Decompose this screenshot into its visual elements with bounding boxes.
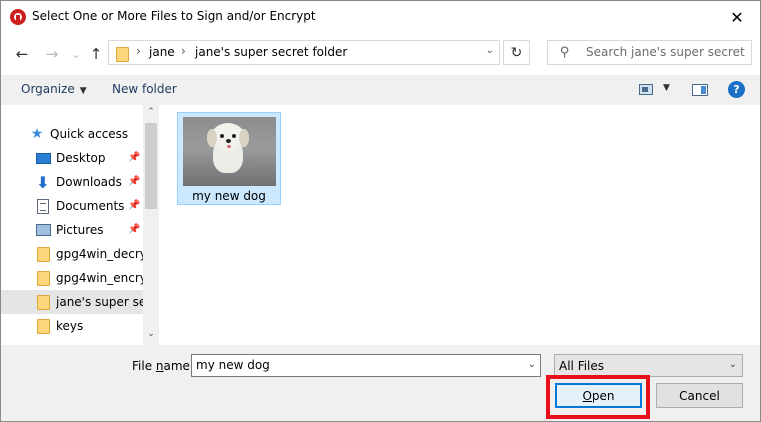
sidebar-item-label: Documents	[56, 199, 125, 213]
cancel-button[interactable]: Cancel	[656, 383, 743, 408]
search-icon: ⚲	[560, 45, 570, 60]
organize-button[interactable]: Organize ▼	[21, 82, 87, 96]
sidebar-item-label: keys	[56, 319, 84, 333]
file-name-label: File name:	[132, 359, 194, 373]
sidebar-item-gpg4win-decrypt[interactable]: gpg4win_decryp	[1, 242, 143, 266]
sidebar-item-pictures[interactable]: Pictures	[1, 218, 143, 242]
dog-photo-thumbnail	[183, 117, 276, 186]
recent-locations-icon[interactable]: ⌄	[67, 45, 85, 63]
sidebar-item-label: jane's super secr	[56, 295, 143, 309]
star-icon: ★	[30, 126, 44, 142]
file-list-view[interactable]: my new dog	[159, 105, 760, 345]
file-item[interactable]: my new dog	[177, 112, 281, 205]
navigation-bar: ← → ⌄ ↑ › jane › jane's super secret fol…	[1, 34, 760, 74]
search-input[interactable]	[586, 45, 748, 59]
documents-icon	[35, 198, 51, 214]
desktop-icon	[35, 150, 51, 166]
chevron-down-icon: ⌄	[728, 359, 737, 370]
forward-arrow-icon[interactable]: →	[43, 45, 61, 63]
folder-icon	[35, 246, 51, 262]
folder-icon	[35, 318, 51, 334]
sidebar-item-label: Downloads	[56, 175, 122, 189]
sidebar-item-label: Desktop	[56, 151, 106, 165]
refresh-button[interactable]: ↻	[503, 40, 530, 65]
chevron-down-icon[interactable]: ⌄	[528, 359, 536, 370]
file-name-label: my new dog	[192, 189, 266, 203]
sidebar-item-desktop[interactable]: Desktop	[1, 146, 143, 170]
pin-icon: 📌	[128, 176, 141, 187]
chevron-down-icon[interactable]: ⌄	[486, 45, 494, 56]
sidebar-item-downloads[interactable]: ⬇ Downloads	[1, 170, 143, 194]
file-dialog-window: Select One or More Files to Sign and/or …	[0, 0, 761, 422]
pictures-icon	[35, 222, 51, 238]
file-name-combobox[interactable]: ⌄	[191, 354, 541, 377]
annotation-highlight-box	[546, 375, 650, 419]
folder-icon	[116, 47, 129, 62]
pin-icon: 📌	[128, 152, 141, 163]
organize-label: Organize	[21, 82, 75, 96]
dialog-footer: File name: ⌄ All Files ⌄ Open Cancel	[1, 345, 760, 421]
sidebar-item-label: Quick access	[50, 127, 129, 141]
folder-icon	[35, 270, 51, 286]
breadcrumb-separator: ›	[136, 44, 141, 58]
change-view-icon[interactable]	[639, 84, 653, 95]
file-type-value: All Files	[559, 359, 605, 373]
sidebar-item-label: gpg4win_encryp	[56, 271, 143, 285]
sidebar-item-quick-access[interactable]: ★ Quick access	[1, 122, 143, 146]
breadcrumb-current-folder[interactable]: jane's super secret folder	[195, 45, 347, 59]
new-folder-button[interactable]: New folder	[112, 82, 177, 96]
back-arrow-icon[interactable]: ←	[13, 45, 31, 63]
breadcrumb-jane[interactable]: jane	[149, 45, 175, 59]
command-toolbar: Organize ▼ New folder ▼ ?	[1, 75, 760, 105]
title-bar: Select One or More Files to Sign and/or …	[1, 1, 760, 33]
pin-icon: 📌	[128, 224, 141, 235]
scroll-up-icon[interactable]: ⌃	[143, 107, 159, 121]
up-arrow-icon[interactable]: ↑	[87, 45, 105, 63]
scroll-down-icon[interactable]: ⌄	[143, 329, 159, 343]
folder-icon	[35, 294, 51, 310]
sidebar-item-keys[interactable]: keys	[1, 314, 143, 338]
breadcrumb-separator: ›	[181, 44, 186, 58]
preview-pane-icon[interactable]	[692, 84, 708, 96]
kleopatra-app-icon	[10, 9, 26, 25]
window-title: Select One or More Files to Sign and/or …	[32, 9, 316, 23]
file-name-input[interactable]	[196, 358, 516, 372]
sidebar-item-gpg4win-encrypt[interactable]: gpg4win_encryp	[1, 266, 143, 290]
sidebar-item-janes-super-secret-folder[interactable]: jane's super secr	[1, 290, 143, 314]
file-type-dropdown[interactable]: All Files ⌄	[554, 354, 743, 377]
view-options-caret-icon[interactable]: ▼	[663, 83, 670, 93]
caret-down-icon: ▼	[79, 86, 87, 96]
navigation-pane-scrollbar[interactable]: ⌃ ⌄	[143, 105, 159, 345]
download-icon: ⬇	[36, 172, 50, 192]
address-bar[interactable]: › jane › jane's super secret folder ⌄	[108, 40, 500, 65]
sidebar-item-label: gpg4win_decryp	[56, 247, 143, 261]
help-icon[interactable]: ?	[728, 81, 745, 98]
navigation-pane: ★ Quick access Desktop 📌 ⬇ Downloads 📌 D…	[1, 105, 159, 345]
search-box[interactable]: ⚲	[547, 40, 752, 65]
sidebar-item-label: Pictures	[56, 223, 104, 237]
sidebar-item-documents[interactable]: Documents	[1, 194, 143, 218]
close-button[interactable]: ✕	[714, 1, 760, 33]
pin-icon: 📌	[128, 200, 141, 211]
scrollbar-thumb[interactable]	[145, 123, 157, 209]
